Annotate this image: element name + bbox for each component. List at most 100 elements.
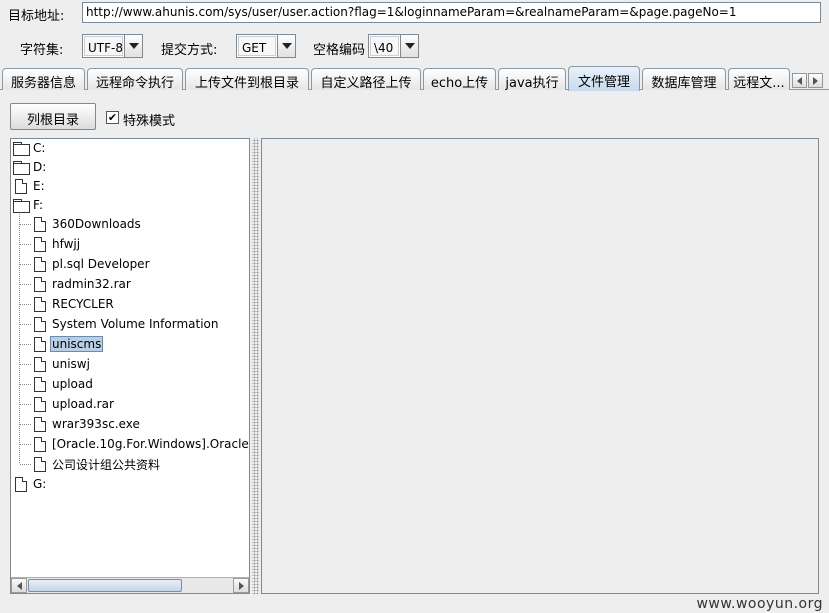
tree-connector-branch — [20, 284, 31, 285]
arrow-left-icon — [16, 581, 22, 590]
tree-connector-branch — [20, 404, 31, 405]
tree-item-label: upload.rar — [52, 397, 114, 411]
tree-item-label: hfwjj — [52, 237, 81, 251]
chevron-down-icon — [404, 43, 415, 49]
arrow-left-icon — [797, 76, 802, 85]
tree-item-label: System Volume Information — [52, 317, 219, 331]
tree-item-label: G: — [33, 477, 47, 491]
tree-item-label: 公司设计组公共资料 — [52, 457, 161, 472]
charset-select[interactable]: UTF-8 — [82, 34, 143, 58]
tree-item-plsql-developer[interactable]: pl.sql Developer — [34, 255, 152, 273]
tree-item-recycler[interactable]: RECYCLER — [34, 295, 116, 313]
file-icon — [15, 178, 27, 194]
watermark: www.wooyun.org — [696, 596, 823, 612]
tree-item-wrar393sc-exe[interactable]: wrar393sc.exe — [34, 415, 142, 433]
scroll-left-button[interactable] — [11, 578, 27, 593]
method-dropdown-button[interactable] — [277, 35, 295, 57]
tree-item-label: RECYCLER — [52, 297, 114, 311]
file-icon — [34, 376, 46, 392]
chevron-down-icon — [281, 43, 292, 49]
charset-value: UTF-8 — [84, 36, 123, 56]
tab-upload-root[interactable]: 上传文件到根目录 — [185, 68, 309, 90]
scrollbar-thumb[interactable] — [28, 579, 182, 592]
scroll-right-button[interactable] — [233, 578, 249, 593]
special-mode-checkbox[interactable]: ✔ — [106, 111, 119, 124]
tree-item-company-design-shared[interactable]: 公司设计组公共资料 — [34, 455, 162, 473]
tree-item-label: E: — [33, 179, 45, 193]
tree-item-system-volume-information[interactable]: System Volume Information — [34, 315, 220, 333]
file-icon — [34, 436, 46, 452]
file-icon — [34, 296, 46, 312]
tree-item-upload-rar[interactable]: upload.rar — [34, 395, 116, 413]
tab-scroll-left-button[interactable] — [792, 73, 807, 88]
tree-drive-e[interactable]: E: — [15, 177, 47, 195]
space-encoding-value: \40 — [370, 36, 399, 56]
file-tree[interactable]: C: D: E: F: 360Downloads hfwjj pl.sql De… — [10, 138, 250, 594]
chevron-down-icon — [128, 43, 139, 49]
tree-item-label: F: — [33, 198, 44, 212]
tree-drive-g[interactable]: G: — [15, 475, 48, 493]
tab-remote-command[interactable]: 远程命令执行 — [87, 68, 183, 90]
method-label: 提交方式: — [161, 43, 218, 58]
tab-database-management[interactable]: 数据库管理 — [642, 68, 726, 90]
tree-item-label: D: — [33, 160, 47, 174]
space-encoding-select[interactable]: \40 — [368, 34, 419, 58]
file-icon — [34, 256, 46, 272]
tree-connector-branch — [20, 364, 31, 365]
tree-connector-branch — [20, 244, 31, 245]
tab-echo-upload[interactable]: echo上传 — [423, 68, 496, 90]
tree-connector-branch — [20, 324, 31, 325]
target-url-label: 目标地址: — [8, 9, 65, 24]
tree-item-upload[interactable]: upload — [34, 375, 95, 393]
tree-item-label: C: — [33, 141, 46, 155]
file-icon — [34, 276, 46, 292]
tree-item-360downloads[interactable]: 360Downloads — [34, 215, 143, 233]
tree-item-label: uniscms — [50, 336, 104, 352]
file-icon — [15, 476, 27, 492]
file-content-pane[interactable] — [261, 138, 819, 594]
space-encoding-dropdown-button[interactable] — [400, 35, 418, 57]
tree-drive-c[interactable]: C: — [13, 139, 47, 157]
tree-connector-branch — [20, 344, 31, 345]
tree-connector-branch — [20, 384, 31, 385]
tree-item-radmin32-rar[interactable]: radmin32.rar — [34, 275, 133, 293]
file-icon — [34, 416, 46, 432]
folder-icon — [13, 161, 30, 175]
tree-item-uniscms[interactable]: uniscms — [34, 335, 104, 353]
url-row: 目标地址: http://www.ahunis.com/sys/user/use… — [0, 0, 829, 26]
folder-icon — [13, 199, 30, 213]
tree-item-uniswj[interactable]: uniswj — [34, 355, 92, 373]
tree-item-label: upload — [52, 377, 93, 391]
tree-drive-d[interactable]: D: — [13, 158, 48, 176]
tab-strip: 服务器信息 远程命令执行 上传文件到根目录 自定义路径上传 echo上传 jav… — [0, 66, 829, 91]
tree-item-label: [Oracle.10g.For.Windows].Oracle.10 — [52, 437, 250, 451]
tree-item-hfwjj[interactable]: hfwjj — [34, 235, 82, 253]
list-root-button[interactable]: 列根目录 — [10, 103, 96, 130]
arrow-right-icon — [813, 76, 818, 85]
split-pane-divider[interactable] — [252, 138, 259, 594]
charset-dropdown-button[interactable] — [124, 35, 142, 57]
tab-scroll-right-button[interactable] — [808, 73, 823, 88]
method-value: GET — [238, 36, 276, 56]
tab-server-info[interactable]: 服务器信息 — [2, 68, 85, 90]
tree-item-label: radmin32.rar — [52, 277, 131, 291]
target-url-input[interactable]: http://www.ahunis.com/sys/user/user.acti… — [82, 2, 821, 23]
tab-java-exec[interactable]: java执行 — [498, 68, 566, 90]
method-select[interactable]: GET — [236, 34, 296, 58]
tree-item-label: wrar393sc.exe — [52, 417, 140, 431]
tab-file-management[interactable]: 文件管理 — [568, 66, 640, 91]
tab-custom-path-upload[interactable]: 自定义路径上传 — [311, 68, 421, 90]
space-encoding-label: 空格编码 — [313, 43, 366, 58]
file-icon — [34, 236, 46, 252]
tree-connector-branch — [20, 444, 31, 445]
tree-drive-f[interactable]: F: — [13, 196, 45, 214]
tree-connector-branch — [20, 304, 31, 305]
tree-item-label: 360Downloads — [52, 217, 141, 231]
charset-label: 字符集: — [20, 43, 64, 58]
tree-item-oracle-10g[interactable]: [Oracle.10g.For.Windows].Oracle.10 — [34, 435, 250, 453]
tree-item-label: pl.sql Developer — [52, 257, 150, 271]
file-icon — [34, 216, 46, 232]
tab-remote-file[interactable]: 远程文... — [728, 68, 790, 90]
folder-icon — [13, 142, 30, 156]
tree-horizontal-scrollbar[interactable] — [11, 577, 249, 593]
